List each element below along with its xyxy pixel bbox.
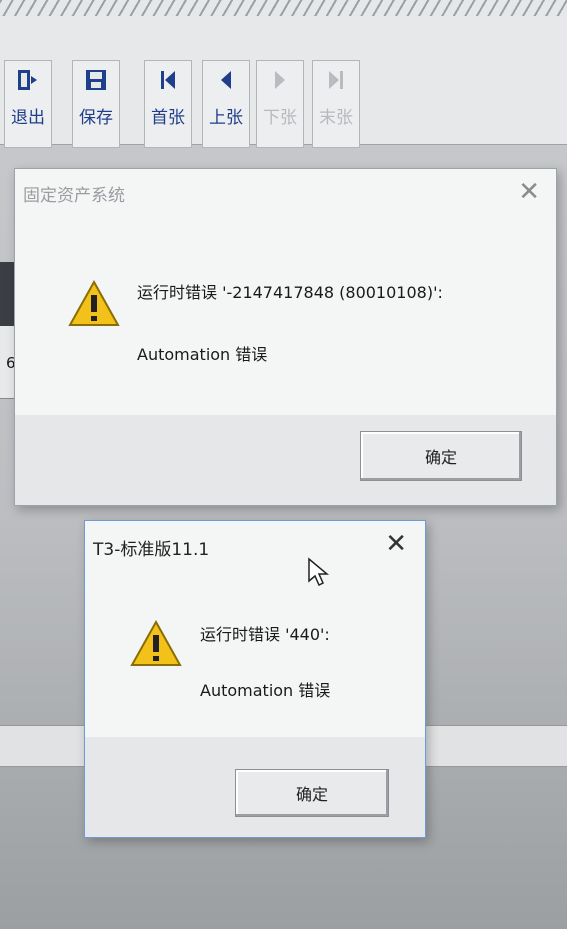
dialog1-message-line1: 运行时错误 '-2147417848 (80010108)': xyxy=(137,283,443,302)
save-label: 保存 xyxy=(79,108,113,128)
first-record-icon xyxy=(155,67,181,93)
exit-door-icon xyxy=(15,67,41,93)
dialog2-message-line1: 运行时错误 '440': xyxy=(200,625,330,644)
dialog-fixed-assets-error: 固定资产系统 ✕ 运行时错误 '-2147417848 (80010108)':… xyxy=(14,168,557,506)
mouse-cursor-icon xyxy=(307,557,330,591)
exit-label: 退出 xyxy=(11,108,45,128)
exit-button[interactable]: 退出 xyxy=(4,60,52,148)
first-record-button[interactable]: 首张 xyxy=(144,60,192,148)
dialog2-title: T3-标准版11.1 xyxy=(93,540,210,560)
prev-record-icon xyxy=(213,67,239,93)
app-toolbar: 退出 保存 首张 上张 下张 末张 xyxy=(0,16,567,148)
dialog1-close-icon[interactable]: ✕ xyxy=(518,179,540,205)
dialog2-ok-button[interactable]: 确定 xyxy=(235,769,389,817)
last-record-icon xyxy=(323,67,349,93)
dialog1-ok-button[interactable]: 确定 xyxy=(360,431,522,481)
save-button[interactable]: 保存 xyxy=(72,60,120,148)
warning-icon xyxy=(67,279,121,333)
last-record-label: 末张 xyxy=(319,108,353,128)
next-record-label: 下张 xyxy=(263,108,297,128)
dialog-t3-error: T3-标准版11.1 ✕ 运行时错误 '440': Automation 错误 … xyxy=(84,520,426,838)
dialog2-message-line2: Automation 错误 xyxy=(200,681,331,700)
top-hatch-border xyxy=(0,0,567,17)
dialog2-close-icon[interactable]: ✕ xyxy=(385,531,407,557)
dialog1-title: 固定资产系统 xyxy=(23,186,125,206)
first-record-label: 首张 xyxy=(151,108,185,128)
next-record-icon xyxy=(267,67,293,93)
prev-record-button[interactable]: 上张 xyxy=(202,60,250,148)
dialog1-message-line2: Automation 错误 xyxy=(137,345,268,364)
next-record-button[interactable]: 下张 xyxy=(256,60,304,148)
warning-icon xyxy=(129,619,183,673)
save-disk-icon xyxy=(83,67,109,93)
last-record-button[interactable]: 末张 xyxy=(312,60,360,148)
prev-record-label: 上张 xyxy=(209,108,243,128)
